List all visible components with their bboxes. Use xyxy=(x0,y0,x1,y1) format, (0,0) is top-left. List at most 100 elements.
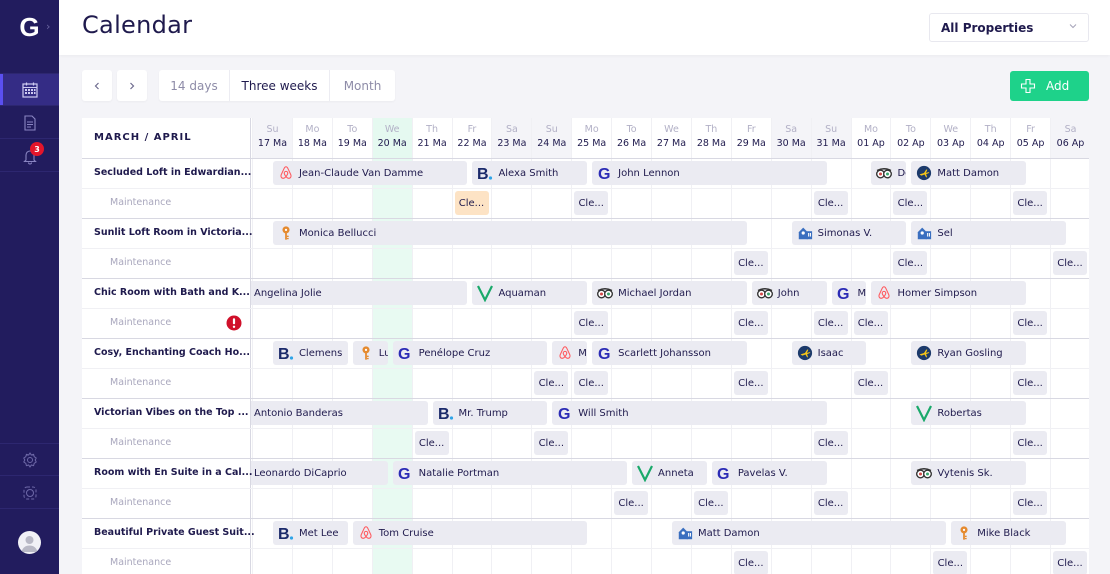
booking-bar[interactable]: Simonas V. xyxy=(791,221,907,245)
day-header[interactable]: We 03 Ap xyxy=(930,118,970,158)
booking-bar[interactable]: Tom Cruise xyxy=(352,521,588,545)
booking-bar[interactable]: Angelina Jolie xyxy=(248,281,468,305)
property-name[interactable]: Cosy, Enchanting Coach Ho... xyxy=(94,347,250,358)
view-tab-three-weeks[interactable]: Three weeks xyxy=(230,70,330,101)
day-header[interactable]: Su 31 Ma xyxy=(810,118,851,158)
sidebar-item-notifications[interactable]: 3 xyxy=(0,140,59,172)
booking-bar[interactable]: Antonio Banderas xyxy=(248,401,428,425)
cleaning-task[interactable]: Cle... xyxy=(853,371,888,395)
booking-bar[interactable]: Jean-Claude Van Damme xyxy=(272,161,468,185)
sidebar-item-integrations[interactable] xyxy=(0,477,59,509)
day-header[interactable]: To 19 Ma xyxy=(331,118,372,158)
property-name[interactable]: Victorian Vibes on the Top ... xyxy=(94,407,249,418)
booking-bar[interactable]: M xyxy=(552,341,588,365)
day-header[interactable]: Mo 18 Ma xyxy=(291,118,332,158)
day-header[interactable]: Fr 22 Ma xyxy=(451,118,492,158)
booking-bar[interactable]: Robertas xyxy=(911,401,1027,425)
booking-bar[interactable]: Homer Simpson xyxy=(871,281,1027,305)
day-header[interactable]: Fr 29 Ma xyxy=(730,118,771,158)
cleaning-task[interactable]: Cle... xyxy=(813,311,848,335)
cleaning-task[interactable]: Cle... xyxy=(813,491,848,515)
booking-bar[interactable]: G Penélope Cruz xyxy=(392,341,548,365)
booking-bar[interactable]: B Mr. Trump xyxy=(432,401,548,425)
view-tab-14-days[interactable]: 14 days xyxy=(159,70,230,101)
cleaning-task[interactable]: Cle... xyxy=(1013,431,1048,455)
day-header[interactable]: Th 04 Ap xyxy=(970,118,1010,158)
property-name[interactable]: Room with En Suite in a Cal... xyxy=(94,467,252,478)
cleaning-task[interactable]: Cle... xyxy=(733,371,768,395)
cleaning-task[interactable]: Cle... xyxy=(1013,371,1048,395)
booking-bar[interactable]: Monica Bellucci xyxy=(272,221,747,245)
booking-bar[interactable]: B Alexa Smith xyxy=(472,161,588,185)
cleaning-task[interactable]: Cle... xyxy=(1053,251,1087,275)
cleaning-task[interactable]: Cle... xyxy=(853,311,888,335)
property-filter-select[interactable]: All Properties xyxy=(929,13,1089,42)
cleaning-task[interactable]: Cle... xyxy=(893,191,928,215)
booking-bar[interactable]: Leonardo DiCaprio xyxy=(248,461,388,485)
day-header[interactable]: Su 17 Ma xyxy=(252,118,292,158)
property-name[interactable]: Secluded Loft in Edwardian... xyxy=(94,167,251,178)
day-header[interactable]: Th 28 Ma xyxy=(690,118,731,158)
booking-bar[interactable]: Lu xyxy=(352,341,388,365)
booking-bar[interactable]: Anneta xyxy=(632,461,707,485)
booking-bar[interactable]: G Pavelas V. xyxy=(711,461,827,485)
day-header[interactable]: To 26 Ma xyxy=(611,118,651,158)
booking-bar[interactable]: Matt Damon xyxy=(911,161,1027,185)
booking-bar[interactable]: G Will Smith xyxy=(552,401,827,425)
cleaning-task[interactable]: Cle... xyxy=(813,431,848,455)
cleaning-task[interactable]: Cle... xyxy=(733,551,768,574)
day-header[interactable]: Mo 25 Ma xyxy=(571,118,611,158)
booking-bar[interactable]: Isaac xyxy=(791,341,867,365)
add-button[interactable]: Add xyxy=(1010,71,1089,101)
booking-bar[interactable]: GM xyxy=(831,281,867,305)
booking-bar[interactable]: De xyxy=(871,161,907,185)
cleaning-task[interactable]: Cle... xyxy=(1013,491,1048,515)
next-period-button[interactable] xyxy=(117,70,147,101)
booking-bar[interactable]: Michael Jordan xyxy=(592,281,747,305)
prev-period-button[interactable] xyxy=(82,70,112,101)
warning-icon[interactable] xyxy=(226,315,242,331)
cleaning-task[interactable]: Cle... xyxy=(574,311,609,335)
cleaning-task[interactable]: Cle... xyxy=(414,431,449,455)
booking-bar[interactable]: Aquaman xyxy=(472,281,588,305)
day-header[interactable]: We 20 Ma xyxy=(371,118,412,158)
cleaning-task[interactable]: Cle... xyxy=(614,491,649,515)
booking-bar[interactable]: B Clemens xyxy=(272,341,348,365)
cleaning-task[interactable]: Cle... xyxy=(534,371,569,395)
day-header[interactable]: Su 24 Ma xyxy=(531,118,572,158)
cleaning-task[interactable]: Cle... xyxy=(733,311,768,335)
cleaning-task[interactable]: Cle... xyxy=(813,191,848,215)
property-name[interactable]: Chic Room with Bath and K... xyxy=(94,287,250,298)
cleaning-task[interactable]: Cle... xyxy=(1053,551,1087,574)
property-name[interactable]: Sunlit Loft Room in Victoria... xyxy=(94,227,253,238)
booking-bar[interactable]: Vytenis Sk. xyxy=(911,461,1027,485)
cleaning-task[interactable]: Cle... xyxy=(733,251,768,275)
booking-bar[interactable]: Mike Black xyxy=(951,521,1066,545)
cleaning-task[interactable]: Cle... xyxy=(574,191,609,215)
cleaning-task[interactable]: Cle... xyxy=(893,251,928,275)
sidebar-item-settings[interactable] xyxy=(0,444,59,476)
cleaning-task[interactable]: Cle... xyxy=(1013,311,1048,335)
day-header[interactable]: Sa 30 Ma xyxy=(770,118,811,158)
property-name[interactable]: Beautiful Private Guest Suit... xyxy=(94,527,255,538)
sidebar-item-calendar[interactable] xyxy=(0,74,59,106)
booking-bar[interactable]: G Scarlett Johansson xyxy=(592,341,747,365)
booking-bar[interactable]: John xyxy=(751,281,827,305)
cleaning-task[interactable]: Cle... xyxy=(693,491,728,515)
cleaning-task[interactable]: Cle... xyxy=(933,551,968,574)
cleaning-task[interactable]: Cle... xyxy=(574,371,609,395)
app-logo[interactable]: G › xyxy=(0,0,59,55)
sidebar-item-documents[interactable] xyxy=(0,107,59,139)
booking-bar[interactable]: G Natalie Portman xyxy=(392,461,628,485)
day-header[interactable]: Mo 01 Ap xyxy=(850,118,891,158)
cleaning-task[interactable]: Cle... xyxy=(1013,191,1048,215)
booking-bar[interactable]: Sel xyxy=(911,221,1066,245)
booking-bar[interactable]: Ryan Gosling xyxy=(911,341,1027,365)
day-header[interactable]: Th 21 Ma xyxy=(411,118,452,158)
booking-bar[interactable]: Matt Damon xyxy=(671,521,947,545)
day-header[interactable]: We 27 Ma xyxy=(651,118,691,158)
booking-bar[interactable]: B Met Lee xyxy=(272,521,348,545)
day-header[interactable]: Sa 06 Ap xyxy=(1050,118,1089,158)
day-header[interactable]: To 02 Ap xyxy=(890,118,930,158)
booking-bar[interactable]: G John Lennon xyxy=(592,161,827,185)
